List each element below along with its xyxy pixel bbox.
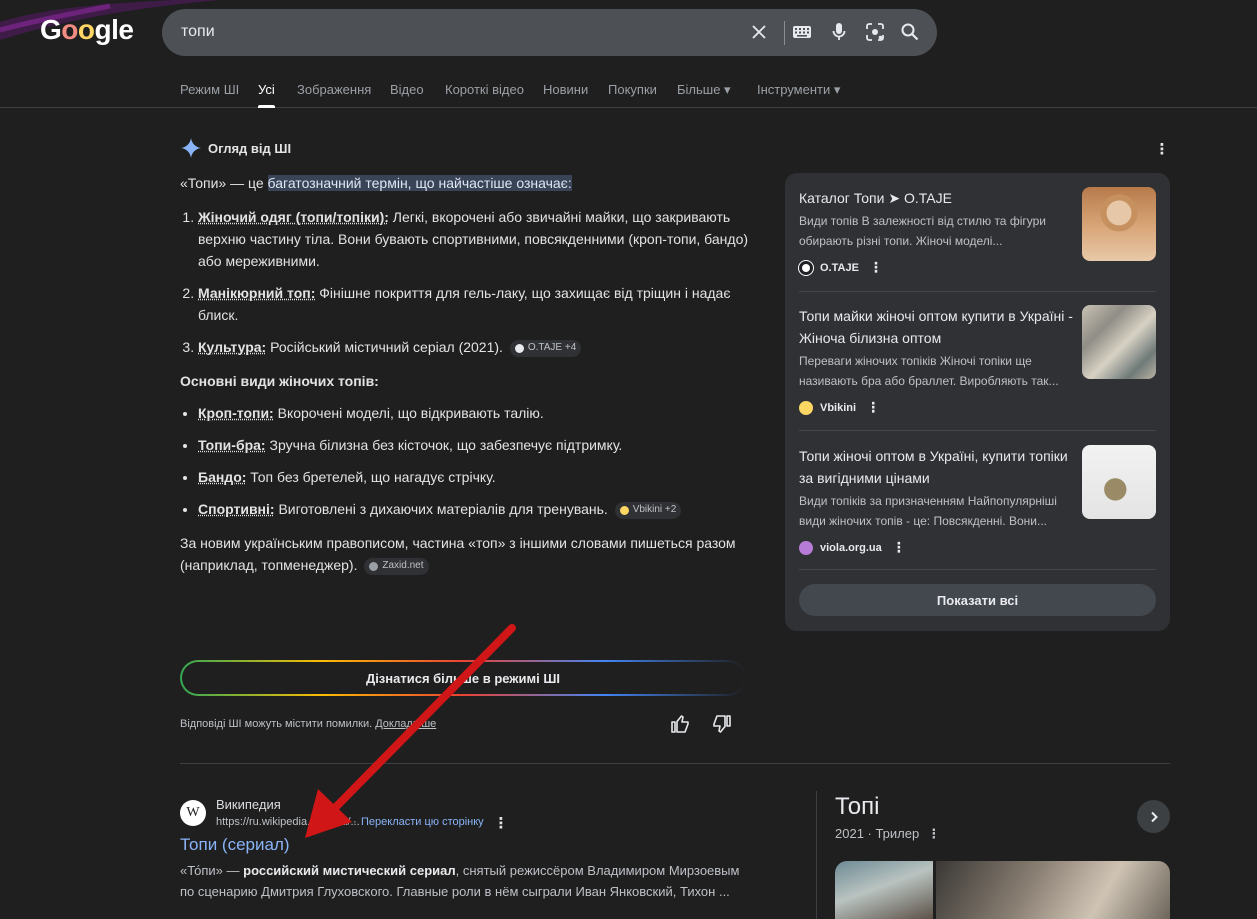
meanings-list: Жіночий одяг (топи/топіки): Легкі, вкоро… bbox=[180, 206, 760, 358]
more-options-icon[interactable]: ⋮ bbox=[892, 539, 906, 556]
translate-link[interactable]: Перекласти цю сторінку bbox=[361, 816, 484, 828]
knowledge-panel-divider bbox=[816, 791, 817, 919]
more-options-icon[interactable]: ⋮ bbox=[927, 826, 940, 841]
ai-overview-header: Огляд від ШІ bbox=[181, 138, 291, 158]
thumbs-down-icon[interactable] bbox=[711, 713, 733, 735]
list-item: Жіночий одяг (топи/топіки): Легкі, вкоро… bbox=[198, 206, 760, 272]
list-item: Культура: Російський містичний серіал (2… bbox=[198, 336, 760, 358]
spelling-note: За новим українським правописом, частина… bbox=[180, 535, 736, 575]
term-link[interactable]: Манікюрний топ: bbox=[198, 285, 315, 301]
term-link[interactable]: Кроп-топи: bbox=[198, 405, 274, 421]
source-site: Vbikini ⋮ bbox=[799, 399, 1156, 416]
chevron-right-icon bbox=[1150, 811, 1158, 822]
types-heading: Основні види жіночих топів: bbox=[180, 373, 379, 389]
tab-shopping[interactable]: Покупки bbox=[608, 82, 657, 97]
show-all-button[interactable]: Показати всі bbox=[799, 584, 1156, 616]
lens-icon[interactable] bbox=[862, 20, 888, 44]
section-divider bbox=[180, 763, 1170, 764]
source-thumbnail[interactable] bbox=[1082, 187, 1156, 261]
trailer-image[interactable] bbox=[936, 861, 1170, 919]
list-item: Спортивні: Виготовлені з дихаючих матері… bbox=[198, 498, 760, 520]
source-thumbnail[interactable] bbox=[1082, 445, 1156, 519]
source-favicon-icon bbox=[514, 343, 524, 353]
more-options-icon[interactable]: ⋮ bbox=[866, 399, 880, 416]
list-item: Бандо: Топ без бретелей, що нагадує стрі… bbox=[198, 466, 760, 488]
source-title[interactable]: Топи майки жіночі оптом купити в Україні… bbox=[799, 305, 1074, 349]
ai-intro: «Топи» — це багатозначний термін, що най… bbox=[180, 175, 572, 191]
result-snippet: «То́пи» — российский мистический сериал,… bbox=[180, 863, 740, 899]
result-title-link[interactable]: Топи (сериал) bbox=[180, 835, 290, 855]
learn-more-link[interactable]: Докладніше bbox=[375, 718, 436, 730]
ai-disclaimer: Відповіді ШІ можуть містити помилки. Док… bbox=[180, 718, 437, 730]
source-snippet: Переваги жіночих топіків Жіночі топіки щ… bbox=[799, 354, 1059, 388]
source-card[interactable]: Каталог Топи ➤ O.TAJE Види топів В залеж… bbox=[799, 187, 1156, 276]
tab-more[interactable]: Більше ▾ bbox=[677, 82, 731, 98]
more-options-icon[interactable]: ⋮ bbox=[1155, 140, 1170, 158]
tab-news[interactable]: Новини bbox=[543, 82, 588, 97]
knowledge-panel-subtitle: 2021 · Трилер ⋮ bbox=[835, 826, 941, 841]
divider bbox=[799, 430, 1156, 431]
source-title[interactable]: Каталог Топи ➤ O.TAJE bbox=[799, 187, 1074, 209]
more-options-icon[interactable]: ⋮ bbox=[869, 259, 883, 276]
active-tab-indicator bbox=[258, 105, 275, 108]
wikipedia-favicon-icon: W bbox=[180, 800, 206, 826]
viola-favicon-icon bbox=[799, 540, 813, 555]
source-chip[interactable]: Vbikini +2 bbox=[614, 501, 682, 519]
list-item: Манікюрний топ: Фінішне покриття для гел… bbox=[198, 282, 760, 326]
google-logo[interactable]: Google bbox=[40, 14, 134, 46]
list-item: Топи-бра: Зручна білизна без кісточок, щ… bbox=[198, 434, 760, 456]
search-input[interactable] bbox=[181, 21, 721, 43]
list-item: Кроп-топи: Вкорочені моделі, що відкрива… bbox=[198, 402, 760, 424]
source-title[interactable]: Топи жіночі оптом в Україні, купити топі… bbox=[799, 445, 1074, 489]
search-icon[interactable] bbox=[897, 20, 923, 44]
search-tabs: Режим ШІ Усі Зображення Відео Короткі ві… bbox=[0, 70, 1257, 108]
source-chip[interactable]: Zaxid.net bbox=[364, 557, 429, 575]
highlighted-text: багатозначний термін, що найчастіше озна… bbox=[267, 175, 572, 191]
source-card[interactable]: Топи майки жіночі оптом купити в Україні… bbox=[799, 305, 1156, 416]
term-link[interactable]: Культура: bbox=[198, 339, 266, 355]
term-link[interactable]: Жіночий одяг (топи/топіки): bbox=[198, 209, 389, 225]
ai-sources-panel: Каталог Топи ➤ O.TAJE Види топів В залеж… bbox=[785, 173, 1170, 631]
types-list: Кроп-топи: Вкорочені моделі, що відкрива… bbox=[180, 402, 760, 520]
mic-icon[interactable] bbox=[826, 20, 852, 44]
divider bbox=[799, 569, 1156, 570]
otaje-favicon-icon bbox=[799, 260, 813, 275]
tab-all[interactable]: Усі bbox=[258, 82, 275, 97]
source-site: O.TAJE ⋮ bbox=[799, 259, 1156, 276]
source-snippet: Види топів В залежності від стилю та фіг… bbox=[799, 214, 1046, 248]
more-options-icon[interactable]: ⋮ bbox=[494, 814, 509, 832]
search-divider bbox=[784, 21, 785, 45]
clear-icon[interactable] bbox=[746, 20, 772, 44]
sparkle-icon bbox=[181, 138, 201, 158]
ai-overview-title: Огляд від ШІ bbox=[208, 140, 292, 156]
source-thumbnail[interactable] bbox=[1082, 305, 1156, 379]
source-favicon-icon bbox=[619, 505, 629, 515]
thumbs-up-icon[interactable] bbox=[669, 713, 691, 735]
tab-short-video[interactable]: Короткі відео bbox=[445, 82, 524, 97]
source-favicon-icon bbox=[369, 561, 379, 571]
source-snippet: Види топіків за призначенням Найпопулярн… bbox=[799, 494, 1057, 528]
term-link[interactable]: Бандо: bbox=[198, 469, 246, 485]
poster-image[interactable] bbox=[835, 861, 933, 919]
separator-dot: · bbox=[353, 816, 357, 828]
tab-video[interactable]: Відео bbox=[390, 82, 424, 97]
tab-images[interactable]: Зображення bbox=[297, 82, 371, 97]
source-card[interactable]: Топи жіночі оптом в Україні, купити топі… bbox=[799, 445, 1156, 556]
result-site-name[interactable]: Википедия bbox=[216, 797, 281, 812]
result-url[interactable]: https://ru.wikipedia.org/wiki/... bbox=[216, 816, 360, 828]
ai-mode-button[interactable]: Дізнатися більше в режимі ШІ bbox=[180, 660, 746, 696]
search-box[interactable] bbox=[162, 9, 937, 56]
tab-ai-mode[interactable]: Режим ШІ bbox=[180, 82, 239, 97]
term-link[interactable]: Спортивні: bbox=[198, 501, 275, 517]
ai-overview-body: «Топи» — це багатозначний термін, що най… bbox=[180, 172, 760, 576]
tab-tools[interactable]: Інструменти ▾ bbox=[757, 82, 840, 98]
keyboard-icon[interactable] bbox=[789, 20, 815, 44]
divider bbox=[799, 291, 1156, 292]
source-chip[interactable]: O.TAJE +4 bbox=[509, 339, 582, 357]
next-arrow-button[interactable] bbox=[1137, 800, 1170, 833]
vbikini-favicon-icon bbox=[799, 400, 813, 415]
knowledge-panel-title: Топі bbox=[835, 793, 880, 820]
term-link[interactable]: Топи-бра: bbox=[198, 437, 266, 453]
source-site: viola.org.ua ⋮ bbox=[799, 539, 1156, 556]
